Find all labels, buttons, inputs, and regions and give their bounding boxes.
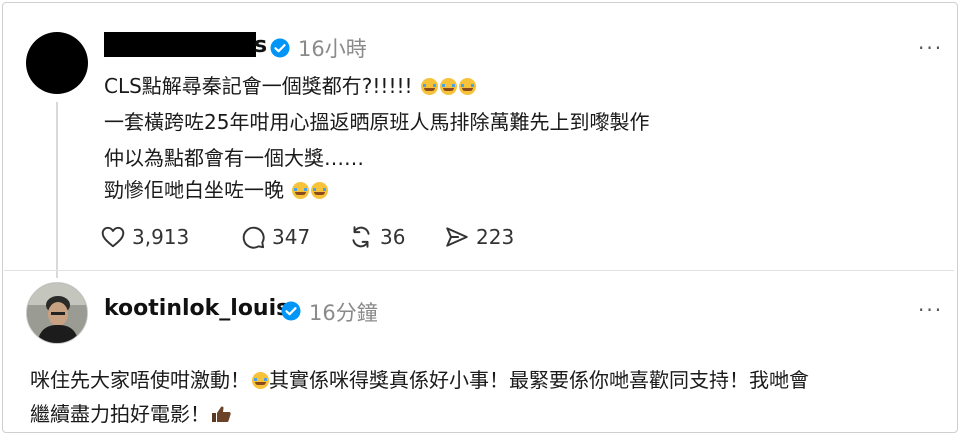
crying-laughing-emoji <box>439 78 457 95</box>
more-options-button[interactable]: ··· <box>918 298 943 322</box>
crying-laughing-emoji <box>458 78 476 95</box>
verified-badge-icon <box>270 38 290 58</box>
share-button[interactable]: 223 <box>444 224 514 250</box>
heart-icon <box>101 226 125 248</box>
crying-laughing-emoji <box>292 182 310 199</box>
reply-username[interactable]: kootinlok_louis <box>104 296 289 321</box>
divider <box>4 270 954 271</box>
comment-icon <box>242 226 265 249</box>
post-text-line-4: 勁慘佢哋白坐咗一晚 <box>104 174 329 203</box>
more-options-button[interactable]: ··· <box>918 36 943 60</box>
repost-button[interactable]: 36 <box>348 224 405 250</box>
crying-laughing-emoji <box>420 78 438 95</box>
verified-badge-icon <box>281 301 301 321</box>
post-text-line-1: CLS點解尋秦記會一個獎都冇?!!!!! <box>104 70 476 99</box>
repost-icon <box>352 226 370 248</box>
reply-text-line-1: 咪住先大家唔使咁激動！ 其實係咪得獎真係好小事！最緊要係你哋喜歡同支持！我哋會 <box>30 368 809 392</box>
like-count: 3,913 <box>132 225 190 249</box>
avatar[interactable] <box>26 282 88 344</box>
crying-laughing-emoji <box>311 182 329 199</box>
share-count: 223 <box>476 225 515 249</box>
like-button[interactable]: 3,913 <box>100 224 189 250</box>
post-text-line-2: 一套橫跨咗25年咁用心搵返晒原班人馬排除萬難先上到嚟製作 <box>104 110 650 134</box>
avatar[interactable] <box>26 32 88 94</box>
repost-count: 36 <box>380 225 406 249</box>
post-time: 16小時 <box>298 37 367 61</box>
redacted-username <box>104 32 256 57</box>
post-text-line-3: 仲以為點都會有一個大獎…… <box>104 146 364 170</box>
profile-photo <box>27 283 87 343</box>
crying-laughing-emoji <box>252 372 269 389</box>
comment-button[interactable]: 347 <box>240 224 310 250</box>
comment-count: 347 <box>272 225 311 249</box>
reply-time: 16分鐘 <box>309 301 378 325</box>
username-tail[interactable]: s <box>254 33 267 58</box>
reply-text-line-2: 繼續盡力拍好電影！ <box>30 398 232 427</box>
thread-connector-line <box>56 102 58 278</box>
thumbs-up-emoji <box>212 406 231 422</box>
send-icon <box>446 227 468 247</box>
